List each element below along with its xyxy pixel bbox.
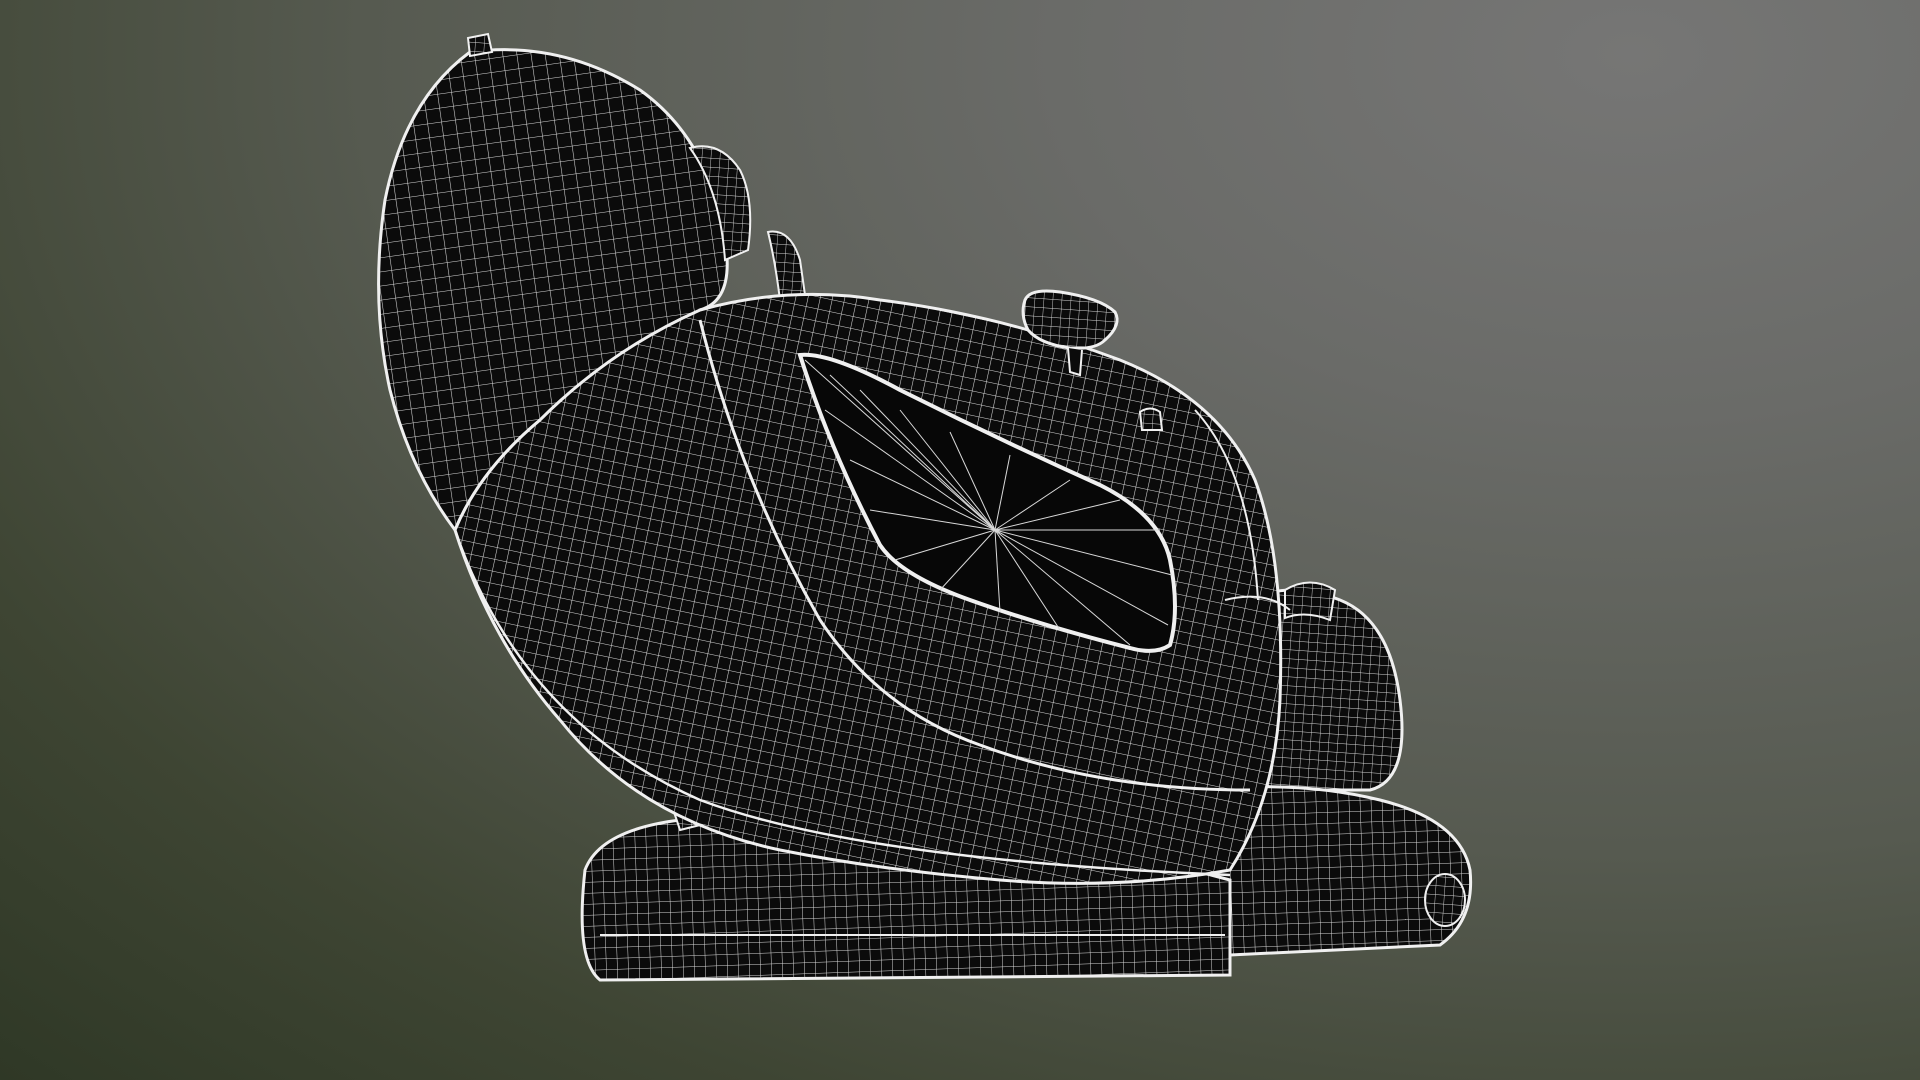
3d-viewport[interactable] (0, 0, 1920, 1080)
massage-chair-wireframe-model (377, 32, 1473, 982)
